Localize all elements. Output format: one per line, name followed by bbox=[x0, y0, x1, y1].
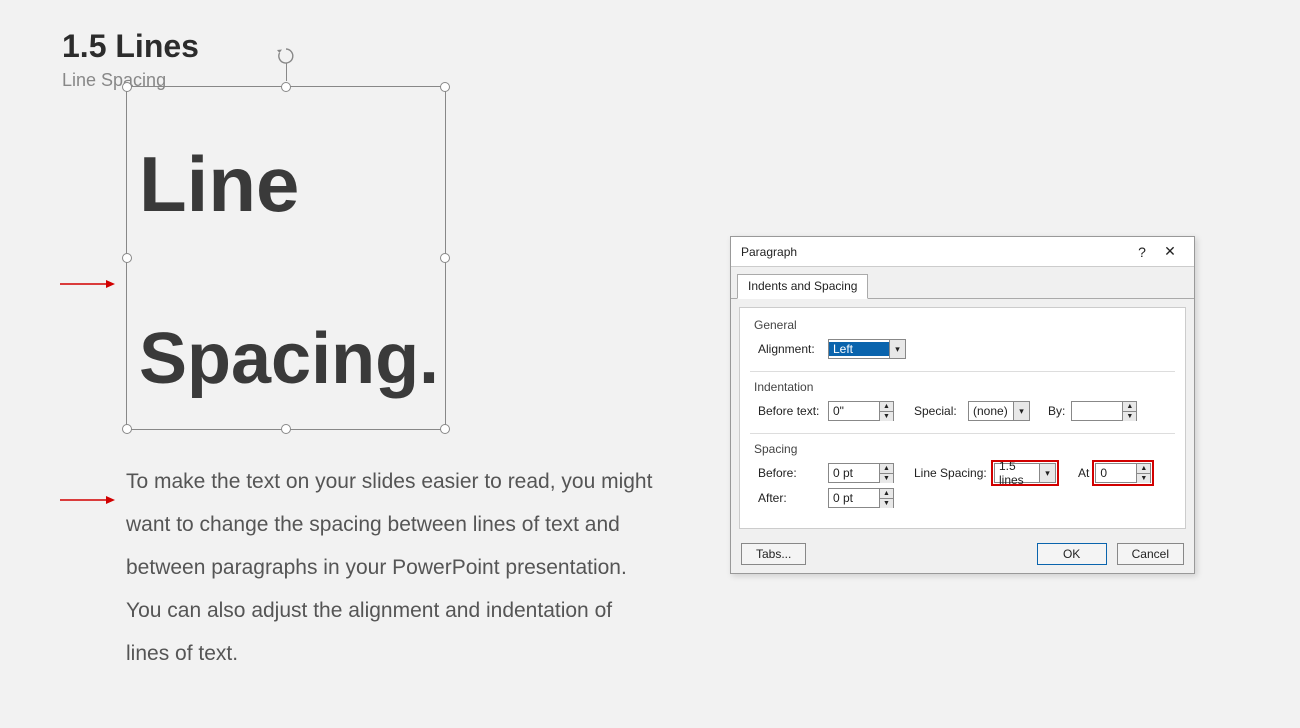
group-indentation: Indentation Before text: 0" ▲▼ Special: … bbox=[750, 376, 1175, 434]
resize-handle[interactable] bbox=[122, 424, 132, 434]
alignment-combo[interactable]: Left ▾ bbox=[828, 339, 906, 359]
cancel-button[interactable]: Cancel bbox=[1117, 543, 1184, 565]
textbox-line1: Line bbox=[139, 145, 433, 223]
spinner-buttons[interactable]: ▲▼ bbox=[879, 464, 893, 483]
resize-handle[interactable] bbox=[440, 253, 450, 263]
before-text-value: 0" bbox=[829, 404, 879, 418]
alignment-value: Left bbox=[829, 342, 889, 356]
group-title-spacing: Spacing bbox=[754, 442, 1175, 456]
before-spinner[interactable]: 0 pt ▲▼ bbox=[828, 463, 894, 483]
paragraph-dialog: Paragraph ? ✕ Indents and Spacing Genera… bbox=[730, 236, 1195, 574]
spinner-buttons[interactable]: ▲▼ bbox=[1136, 464, 1150, 483]
help-button[interactable]: ? bbox=[1128, 244, 1156, 260]
after-value: 0 pt bbox=[829, 491, 879, 505]
special-value: (none) bbox=[969, 404, 1013, 418]
resize-handle[interactable] bbox=[440, 82, 450, 92]
special-label: Special: bbox=[914, 404, 962, 418]
dialog-titlebar[interactable]: Paragraph ? ✕ bbox=[731, 237, 1194, 267]
tab-strip: Indents and Spacing bbox=[731, 267, 1194, 299]
resize-handle[interactable] bbox=[440, 424, 450, 434]
red-arrow-icon bbox=[60, 494, 115, 506]
at-spinner[interactable]: 0 ▲▼ bbox=[1095, 463, 1151, 483]
after-label: After: bbox=[758, 491, 822, 505]
dialog-panel: General Alignment: Left ▾ Indentation Be… bbox=[739, 307, 1186, 529]
spinner-buttons[interactable]: ▲▼ bbox=[879, 402, 893, 421]
before-text-spinner[interactable]: 0" ▲▼ bbox=[828, 401, 894, 421]
selected-textbox[interactable]: Line Spacing. bbox=[126, 86, 446, 430]
group-title-general: General bbox=[754, 318, 1175, 332]
at-value: 0 bbox=[1096, 466, 1136, 480]
after-spinner[interactable]: 0 pt ▲▼ bbox=[828, 488, 894, 508]
chevron-down-icon: ▾ bbox=[1039, 464, 1055, 482]
special-combo[interactable]: (none) ▾ bbox=[968, 401, 1030, 421]
before-value: 0 pt bbox=[829, 466, 879, 480]
dialog-title: Paragraph bbox=[741, 245, 1128, 259]
resize-handle[interactable] bbox=[281, 424, 291, 434]
chevron-down-icon: ▾ bbox=[1013, 402, 1029, 420]
spinner-buttons[interactable]: ▲▼ bbox=[1122, 402, 1136, 421]
alignment-label: Alignment: bbox=[758, 342, 822, 356]
at-label: At bbox=[1078, 466, 1089, 480]
by-spinner[interactable]: ▲▼ bbox=[1071, 401, 1137, 421]
group-general: General Alignment: Left ▾ bbox=[750, 314, 1175, 372]
chevron-down-icon: ▾ bbox=[889, 340, 905, 358]
before-text-label: Before text: bbox=[758, 404, 822, 418]
red-arrow-icon bbox=[60, 278, 115, 290]
group-title-indentation: Indentation bbox=[754, 380, 1175, 394]
before-label: Before: bbox=[758, 466, 822, 480]
rotate-handle-icon[interactable] bbox=[277, 47, 295, 65]
line-spacing-combo[interactable]: 1.5 lines ▾ bbox=[994, 463, 1056, 483]
tabs-button[interactable]: Tabs... bbox=[741, 543, 806, 565]
tab-label: Indents and Spacing bbox=[748, 279, 857, 293]
close-button[interactable]: ✕ bbox=[1156, 243, 1184, 260]
resize-handle[interactable] bbox=[281, 82, 291, 92]
group-spacing: Spacing Before: 0 pt ▲▼ Line Spacing: 1.… bbox=[750, 438, 1175, 520]
page-title: 1.5 Lines bbox=[62, 28, 199, 65]
line-spacing-value: 1.5 lines bbox=[995, 459, 1039, 487]
rotate-stem bbox=[286, 63, 287, 81]
tab-indents-spacing[interactable]: Indents and Spacing bbox=[737, 274, 868, 299]
line-spacing-label: Line Spacing: bbox=[914, 466, 988, 480]
body-paragraph: To make the text on your slides easier t… bbox=[126, 460, 656, 675]
dialog-button-row: Tabs... OK Cancel bbox=[731, 537, 1194, 573]
textbox-content[interactable]: Line Spacing. bbox=[139, 145, 433, 395]
by-label: By: bbox=[1048, 404, 1065, 418]
ok-button[interactable]: OK bbox=[1037, 543, 1107, 565]
resize-handle[interactable] bbox=[122, 82, 132, 92]
textbox-line2: Spacing. bbox=[139, 323, 433, 395]
resize-handle[interactable] bbox=[122, 253, 132, 263]
spinner-buttons[interactable]: ▲▼ bbox=[879, 489, 893, 508]
